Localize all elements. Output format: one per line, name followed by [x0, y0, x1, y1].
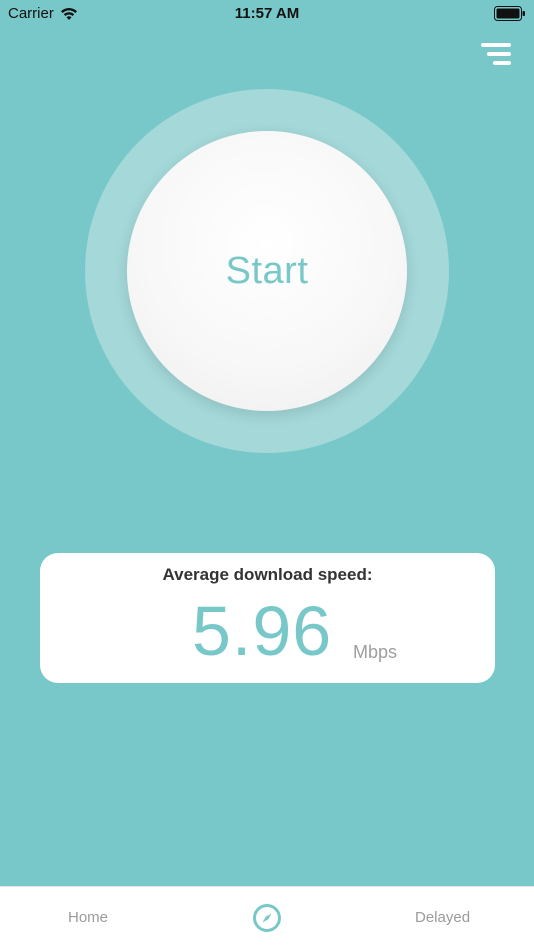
- menu-icon[interactable]: [480, 42, 514, 68]
- compass-icon: [253, 904, 281, 932]
- tab-bar: Home Delayed: [0, 886, 534, 950]
- status-bar: Carrier 11:57 AM: [0, 0, 534, 28]
- speed-card: Average download speed: 5.96 Mbps: [40, 553, 495, 683]
- tab-home[interactable]: Home: [68, 909, 108, 926]
- speed-unit: Mbps: [353, 642, 398, 662]
- tab-speed-test[interactable]: [252, 903, 282, 933]
- start-button[interactable]: Start: [127, 131, 407, 411]
- battery-icon: [494, 6, 526, 25]
- start-button-label: Start: [225, 249, 309, 292]
- status-time: 11:57 AM: [234, 5, 300, 22]
- speed-title: Average download speed:: [162, 565, 373, 584]
- tab-delayed[interactable]: Delayed: [415, 909, 470, 926]
- speed-value: 5.96: [192, 592, 333, 670]
